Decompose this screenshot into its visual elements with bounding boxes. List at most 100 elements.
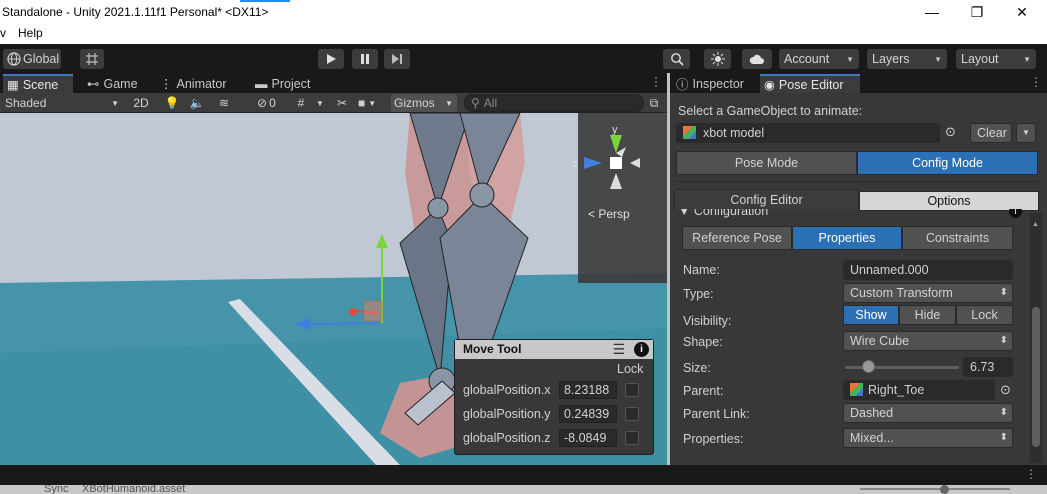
scrollbar-thumb[interactable]: [1032, 307, 1040, 447]
lighting-toggle[interactable]: 💡: [163, 94, 181, 112]
target-object-field[interactable]: xbot model: [676, 123, 940, 143]
scene-search-input[interactable]: ⚲ All: [464, 94, 644, 112]
knee-joint-left[interactable]: [427, 197, 449, 219]
grid-dropdown[interactable]: ▼: [314, 94, 326, 112]
grid-snap-button[interactable]: [80, 49, 104, 69]
lock-label: Lock: [971, 308, 998, 322]
scene-viewport[interactable]: y z < Persp Move Tool ☰ i Lock globalPos…: [0, 113, 667, 465]
persp-label[interactable]: < Persp: [588, 207, 630, 221]
toggle-2d-button[interactable]: 2D: [130, 94, 152, 112]
close-button[interactable]: ✕: [999, 0, 1045, 24]
menu-item-window[interactable]: v: [0, 26, 6, 40]
layers-label: Layers: [872, 52, 910, 66]
knee-joint-right[interactable]: [469, 182, 495, 208]
scene-options-button[interactable]: ⧉: [646, 94, 662, 112]
properties-dropdown[interactable]: Mixed...: [843, 428, 1013, 448]
visibility-lock-button[interactable]: Lock: [956, 305, 1013, 325]
scroll-up-icon[interactable]: ▲: [1032, 221, 1040, 231]
play-button[interactable]: [318, 49, 344, 69]
position-y-lock-checkbox[interactable]: [625, 407, 639, 421]
tab-config-editor[interactable]: Config Editor: [674, 189, 859, 210]
target-object-name: xbot model: [703, 126, 765, 140]
name-field[interactable]: Unnamed.000: [843, 260, 1013, 280]
audio-toggle[interactable]: 🔈: [188, 94, 206, 112]
parent-picker-icon[interactable]: ⊙: [1000, 382, 1011, 398]
name-value: Unnamed.000: [850, 263, 929, 277]
gizmos-dropdown[interactable]: Gizmos ▼: [391, 94, 457, 112]
global-toggle-button[interactable]: Global: [3, 49, 61, 69]
folder-icon: ▬: [255, 76, 268, 91]
pose-mode-button[interactable]: Pose Mode: [676, 151, 857, 175]
configuration-foldout[interactable]: ▼ Configuration i: [676, 209, 1024, 219]
tab-options[interactable]: Options: [859, 191, 1039, 211]
shape-dropdown[interactable]: Wire Cube: [843, 331, 1013, 351]
account-dropdown[interactable]: Account: [779, 49, 859, 69]
cloud-button[interactable]: [742, 49, 772, 69]
shading-mode-dropdown[interactable]: Shaded ▼: [5, 94, 123, 112]
status-bar: Sync XBotHumanoid.asset: [0, 485, 1047, 494]
tab-properties[interactable]: Properties: [792, 226, 902, 250]
zoom-slider-thumb[interactable]: [940, 485, 949, 494]
minimize-button[interactable]: —: [909, 0, 955, 24]
effects-dropdown[interactable]: ≋: [212, 94, 236, 112]
size-slider-thumb[interactable]: [861, 360, 875, 373]
grid-toggle[interactable]: #: [292, 94, 310, 112]
parent-field[interactable]: Right_Toe: [843, 380, 995, 400]
move-tool-header[interactable]: Move Tool ☰ i: [455, 340, 653, 359]
config-mode-button[interactable]: Config Mode: [857, 151, 1038, 175]
global-label: Global: [23, 52, 60, 66]
gizmo-x-handle[interactable]: [349, 308, 357, 316]
layers-dropdown[interactable]: Layers: [867, 49, 947, 69]
size-label: Size:: [683, 361, 711, 375]
info-icon[interactable]: i: [634, 342, 649, 357]
tab-reference-pose[interactable]: Reference Pose: [682, 226, 792, 250]
type-dropdown[interactable]: Custom Transform: [843, 283, 1013, 303]
clear-button[interactable]: Clear: [970, 123, 1012, 143]
size-field[interactable]: 6.73: [963, 357, 1013, 377]
object-picker-icon[interactable]: ⊙: [945, 124, 956, 140]
tab-scene[interactable]: ▦ Scene: [3, 74, 73, 93]
step-button[interactable]: [384, 49, 410, 69]
axis-z-label: z: [572, 158, 578, 170]
tools-button[interactable]: ✂: [332, 94, 352, 112]
maximize-button[interactable]: ❐: [954, 0, 1000, 24]
shape-value: Wire Cube: [850, 334, 910, 348]
gizmo-z-axis[interactable]: [307, 322, 379, 325]
orientation-center-cube[interactable]: [610, 157, 622, 169]
tab-inspector[interactable]: ⓘ Inspector: [672, 74, 748, 93]
tab-animator[interactable]: ⋮ Animator: [156, 74, 231, 93]
position-x-lock-checkbox[interactable]: [625, 383, 639, 397]
tab-game[interactable]: ⊷ Game: [83, 74, 142, 93]
clear-dropdown[interactable]: ▼: [1016, 123, 1036, 143]
hidden-objects-toggle[interactable]: ⊘ 0: [257, 94, 285, 112]
pause-button[interactable]: [352, 49, 378, 69]
zoom-slider-track[interactable]: [860, 488, 1010, 490]
collab-button[interactable]: [704, 49, 731, 69]
panel-menu-icon[interactable]: ⋮: [650, 75, 662, 89]
tab-pose-editor[interactable]: ◉ Pose Editor: [760, 74, 860, 93]
search-button[interactable]: [663, 49, 690, 69]
position-z-field[interactable]: -8.0849: [559, 429, 617, 447]
tab-constraints[interactable]: Constraints: [902, 226, 1013, 250]
position-x-field[interactable]: 8.23188: [559, 381, 617, 399]
type-label: Type:: [683, 287, 714, 301]
tab-project[interactable]: ▬ Project: [251, 74, 314, 93]
menu-item-help[interactable]: Help: [18, 26, 43, 40]
shape-label: Shape:: [683, 335, 723, 349]
parent-link-dropdown[interactable]: Dashed: [843, 403, 1013, 423]
camera-icon: ■: [358, 96, 366, 110]
layout-dropdown[interactable]: Layout: [956, 49, 1036, 69]
tab-animator-label: Animator: [176, 76, 227, 91]
visibility-hide-button[interactable]: Hide: [899, 305, 956, 325]
visibility-label: Visibility:: [683, 314, 732, 328]
visibility-show-button[interactable]: Show: [843, 305, 899, 325]
position-z-lock-checkbox[interactable]: [625, 431, 639, 445]
info-icon[interactable]: i: [1009, 209, 1022, 218]
panel-menu-icon[interactable]: ⋮: [1025, 467, 1037, 481]
gizmo-plane-handle[interactable]: [363, 300, 383, 322]
menu-lines-icon[interactable]: ☰: [612, 340, 625, 359]
scrollbar-track[interactable]: ▲: [1030, 213, 1042, 463]
position-y-field[interactable]: 0.24839: [559, 405, 617, 423]
camera-dropdown[interactable]: ■ ▼: [358, 94, 386, 112]
panel-menu-icon[interactable]: ⋮: [1030, 75, 1042, 89]
